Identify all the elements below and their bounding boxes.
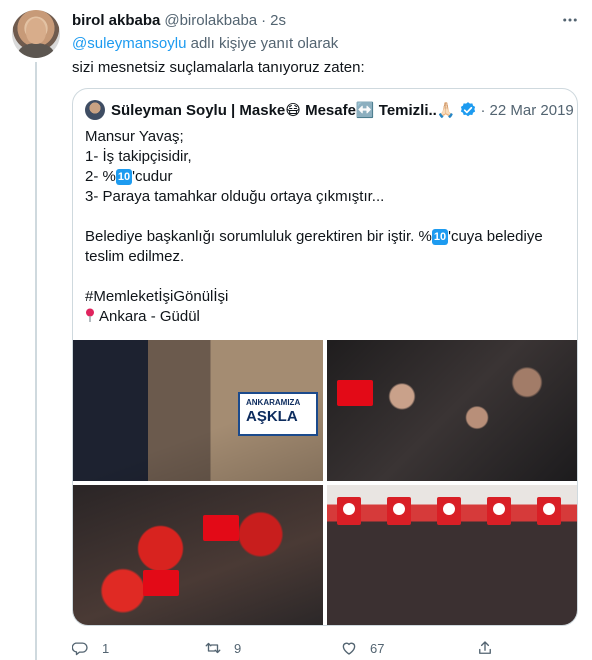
quote-line-2: 1- İş takipçisidir, <box>85 148 192 165</box>
quote-line-4: 3- Paraya tamahkar olduğu ortaya çıkmışt… <box>85 188 385 205</box>
retweet-count: 9 <box>234 640 242 656</box>
hashtag-link[interactable]: #MemleketİşiGönülİşi <box>85 287 567 307</box>
quote-gap <box>85 267 567 287</box>
quote-line-1: Mansur Yavaş; <box>85 128 184 145</box>
quoted-separator: · <box>480 101 486 119</box>
flag-shape <box>337 380 373 406</box>
keycap-ten-emoji: 10 <box>431 229 449 245</box>
photo-rally-banners[interactable] <box>327 485 577 625</box>
quoted-avatar <box>85 100 105 120</box>
quoted-author-name: Süleyman Soylu | Maske😷 Mesafe↔️ Temizli… <box>111 102 456 119</box>
party-flag-shape <box>437 497 461 525</box>
photo-grid: ANKARAMIZA AŞKLA <box>73 340 577 625</box>
quote-line-3-b: 'cudur <box>132 168 173 185</box>
quoted-tweet-header: Süleyman Soylu | Maske😷 Mesafe↔️ Temizli… <box>85 99 574 121</box>
like-button[interactable]: 67 <box>340 636 384 660</box>
reply-icon <box>72 642 88 656</box>
share-button[interactable] <box>476 636 494 660</box>
tweet-text: sizi mesnetsiz suçlamalarla tanıyoruz za… <box>72 59 365 76</box>
quote-line-5-a: Belediye başkanlığı sorumluluk gerektire… <box>85 228 432 245</box>
reply-count: 1 <box>102 640 110 656</box>
quote-line-3-a: 2- % <box>85 168 116 185</box>
retweet-button[interactable]: 9 <box>204 636 241 660</box>
party-flag-shape <box>337 497 361 525</box>
flag-shape <box>143 570 179 596</box>
party-flag-shape <box>487 497 511 525</box>
quote-location: Ankara - Güdül <box>85 307 567 327</box>
action-bar: 1 9 67 <box>72 636 578 660</box>
heart-icon <box>342 642 356 655</box>
like-count: 67 <box>370 640 385 656</box>
keycap-ten-emoji: 10 <box>115 169 133 185</box>
banner-main-text: AŞKLA <box>246 408 298 425</box>
pin-icon <box>86 308 94 322</box>
author-name[interactable]: birol akbaba <box>72 12 160 29</box>
thread-line <box>35 62 37 660</box>
quote-line-3: 2- % 10'cudur <box>85 167 567 187</box>
author-handle[interactable]: @birolakbaba <box>164 12 257 29</box>
photo-crowd-flags[interactable] <box>73 485 323 625</box>
avatar-face <box>26 18 46 44</box>
photo-speaker[interactable]: ANKARAMIZA AŞKLA <box>73 340 323 481</box>
author-avatar[interactable] <box>12 10 60 58</box>
reply-suffix: adlı kişiye yanıt olarak <box>190 35 339 52</box>
reply-button[interactable]: 1 <box>72 636 109 660</box>
quote-gap <box>85 207 567 227</box>
party-flag-shape <box>387 497 411 525</box>
party-flag-shape <box>537 497 561 525</box>
avatar-body <box>18 43 54 58</box>
more-options-icon[interactable] <box>558 8 582 32</box>
quoted-tweet[interactable]: Süleyman Soylu | Maske😷 Mesafe↔️ Temizli… <box>72 88 578 626</box>
reply-mention-link[interactable]: @suleymansoylu <box>72 35 186 52</box>
flag-shape <box>203 515 239 541</box>
tweet-header: birol akbaba @birolakbaba · 2s <box>72 10 286 30</box>
verified-badge-icon <box>460 102 475 117</box>
replying-to: @suleymansoylu adlı kişiye yanıt olarak <box>72 35 338 52</box>
quoted-date: 22 Mar 2019 <box>489 101 574 119</box>
photo-crowd-close[interactable] <box>327 340 577 481</box>
tweet[interactable]: birol akbaba @birolakbaba · 2s @suleyman… <box>0 0 592 660</box>
quoted-tweet-text: Mansur Yavaş; 1- İş takipçisidir, 2- % 10… <box>85 127 567 327</box>
banner-top-text: ANKARAMIZA <box>246 398 301 407</box>
separator-dot: · <box>261 11 267 29</box>
campaign-banner: ANKARAMIZA AŞKLA <box>238 392 318 436</box>
retweet-icon <box>205 642 221 654</box>
share-icon <box>479 641 491 654</box>
location-text: Ankara - Güdül <box>99 308 200 325</box>
tweet-time[interactable]: 2s <box>270 12 286 29</box>
quote-line-5: Belediye başkanlığı sorumluluk gerektire… <box>85 227 567 267</box>
